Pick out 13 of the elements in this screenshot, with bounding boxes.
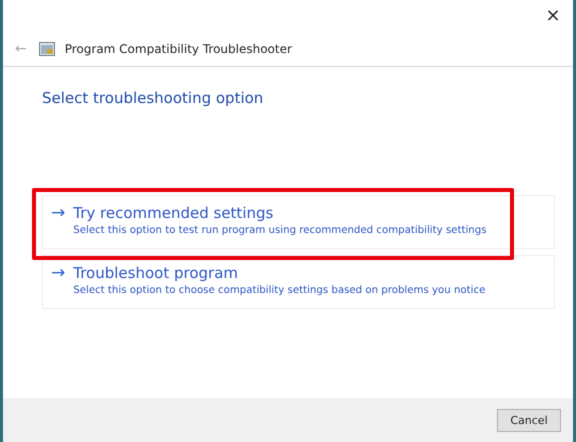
arrow-icon: → [51,263,66,299]
arrow-icon: → [51,203,66,239]
cancel-button[interactable]: Cancel [497,408,561,432]
window-title: Program Compatibility Troubleshooter [64,42,292,56]
close-button[interactable]: × [533,6,573,26]
page-heading: Select troubleshooting option [42,89,264,107]
option-link[interactable]: → Try recommended settings Select this option to test run program using recommended compatibility settings [42,195,555,249]
option-title: Troubleshoot program [73,263,240,283]
option-link[interactable]: → Troubleshoot program Select this option to choose compatibility settings based on problems you notice [42,255,555,309]
option-title: Try recommended settings [73,203,274,223]
option-description: Select this option to choose compatibility settings based on problems you notice [73,285,486,296]
option-description: Select this option to test run program using recommended compatibility settings [73,225,486,236]
program-window-icon [38,42,55,56]
